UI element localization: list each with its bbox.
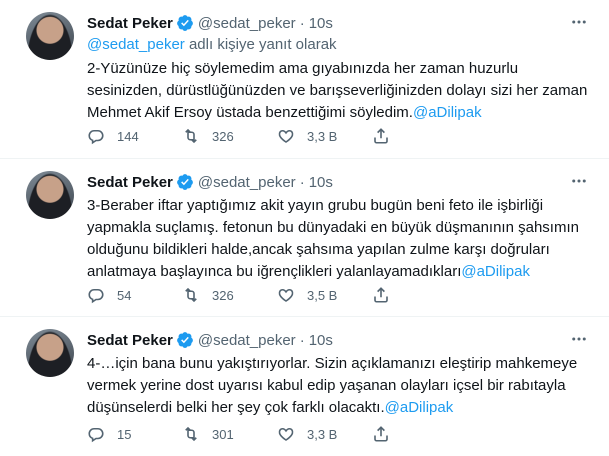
heart-icon [277, 127, 295, 145]
tweet-timestamp[interactable]: 10s [309, 332, 333, 349]
reply-count: 54 [117, 287, 132, 303]
share-icon [372, 127, 390, 145]
replying-to-link[interactable]: @sedat_peker [87, 36, 185, 53]
verified-badge-icon [177, 15, 193, 31]
like-button[interactable]: 3,5 B [277, 286, 372, 304]
separator-dot: · [299, 14, 305, 32]
share-button[interactable] [372, 286, 412, 304]
heart-icon [277, 286, 295, 304]
retweet-count: 326 [212, 128, 234, 144]
retweet-button[interactable]: 326 [182, 286, 277, 304]
avatar[interactable] [26, 171, 74, 219]
tweet-body: 2-Yüzünüze hiç söylemedim ama gıyabınızd… [87, 60, 588, 121]
like-button[interactable]: 3,3 B [277, 127, 372, 145]
more-horizontal-icon[interactable] [569, 330, 589, 348]
author-name[interactable]: Sedat Peker [87, 15, 173, 32]
avatar[interactable] [26, 12, 74, 60]
retweet-icon [182, 127, 200, 145]
more-horizontal-icon[interactable] [569, 13, 589, 31]
tweet-header: Sedat Peker @sedat_peker · 10s [87, 329, 333, 351]
tweet-header: Sedat Peker @sedat_peker · 10s [87, 12, 333, 34]
retweet-icon [182, 286, 200, 304]
tweet-text: 4-…için bana bunu yakıştırıyorlar. Sizin… [87, 353, 597, 419]
like-button[interactable]: 3,3 B [277, 425, 372, 443]
like-count: 3,3 B [307, 426, 338, 442]
retweet-count: 326 [212, 287, 234, 303]
tweet[interactable]: Sedat Peker @sedat_peker · 10s 4-…için b… [0, 317, 609, 456]
reply-count: 15 [117, 426, 132, 442]
tweet-actions: 15 301 3,3 B [87, 425, 412, 443]
mention-link[interactable]: @aDilipak [413, 104, 482, 121]
mention-link[interactable]: @aDilipak [461, 263, 530, 280]
replying-to-suffix: adlı kişiye yanıt olarak [184, 36, 337, 53]
share-button[interactable] [372, 127, 412, 145]
author-name[interactable]: Sedat Peker [87, 174, 173, 191]
retweet-button[interactable]: 326 [182, 127, 277, 145]
verified-badge-icon [177, 174, 193, 190]
mention-link[interactable]: @aDilipak [385, 399, 454, 416]
reply-button[interactable]: 54 [87, 286, 182, 304]
author-name[interactable]: Sedat Peker [87, 332, 173, 349]
author-handle[interactable]: @sedat_peker [198, 15, 296, 32]
share-icon [372, 286, 390, 304]
tweet-actions: 54 326 3,5 B [87, 286, 412, 304]
author-handle[interactable]: @sedat_peker [198, 332, 296, 349]
share-icon [372, 425, 390, 443]
replying-to: @sedat_peker adlı kişiye yanıt olarak [87, 36, 337, 53]
reply-icon [87, 425, 105, 443]
reply-button[interactable]: 144 [87, 127, 182, 145]
retweet-count: 301 [212, 426, 234, 442]
like-count: 3,3 B [307, 128, 338, 144]
reply-icon [87, 127, 105, 145]
retweet-icon [182, 425, 200, 443]
reply-icon [87, 286, 105, 304]
author-handle[interactable]: @sedat_peker [198, 174, 296, 191]
tweet[interactable]: Sedat Peker @sedat_peker · 10s @sedat_pe… [0, 0, 609, 159]
retweet-button[interactable]: 301 [182, 425, 277, 443]
separator-dot: · [299, 331, 305, 349]
tweet-header: Sedat Peker @sedat_peker · 10s [87, 171, 333, 193]
heart-icon [277, 425, 295, 443]
tweet-text: 3-Beraber iftar yaptığımız akit yayın gr… [87, 195, 597, 283]
tweet-timestamp[interactable]: 10s [309, 15, 333, 32]
tweet[interactable]: Sedat Peker @sedat_peker · 10s 3-Beraber… [0, 159, 609, 317]
like-count: 3,5 B [307, 287, 338, 303]
more-horizontal-icon[interactable] [569, 172, 589, 190]
tweet-timestamp[interactable]: 10s [309, 174, 333, 191]
reply-count: 144 [117, 128, 139, 144]
tweet-thread: Sedat Peker @sedat_peker · 10s @sedat_pe… [0, 0, 609, 456]
tweet-text: 2-Yüzünüze hiç söylemedim ama gıyabınızd… [87, 58, 597, 124]
separator-dot: · [299, 173, 305, 191]
tweet-body: 4-…için bana bunu yakıştırıyorlar. Sizin… [87, 355, 578, 416]
verified-badge-icon [177, 332, 193, 348]
share-button[interactable] [372, 425, 412, 443]
avatar[interactable] [26, 329, 74, 377]
tweet-actions: 144 326 3,3 B [87, 127, 412, 145]
reply-button[interactable]: 15 [87, 425, 182, 443]
